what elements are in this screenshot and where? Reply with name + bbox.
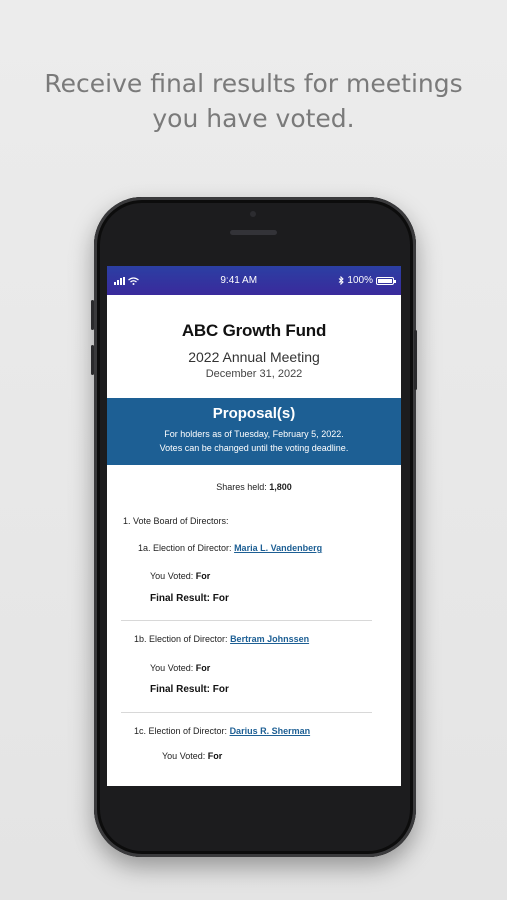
phone-screen: 9:41 AM 100% ABC Growth Fund 2022 Annual…: [107, 266, 401, 786]
director-link-darius-sherman[interactable]: Darius R. Sherman: [230, 726, 311, 736]
front-camera: [250, 211, 256, 217]
proposals-banner: Proposal(s) For holders as of Tuesday, F…: [107, 398, 401, 465]
proposal-item-label: 1b. Election of Director:: [134, 634, 228, 644]
signal-bars-icon: [114, 276, 125, 285]
bluetooth-icon: [339, 276, 345, 285]
final-result-label: Final Result:: [150, 684, 211, 695]
proposal-item-1b: 1b. Election of Director: Bertram Johnss…: [134, 634, 401, 644]
fund-title: ABC Growth Fund: [181, 321, 327, 340]
you-voted-label: You Voted:: [162, 751, 206, 761]
you-voted-value: For: [195, 571, 211, 581]
shares-label: Shares held:: [216, 482, 267, 492]
earpiece-speaker: [230, 230, 277, 235]
proposal-item-label: 1a. Election of Director:: [138, 543, 232, 553]
you-voted-value: For: [195, 663, 211, 673]
proposal-item-label: 1c. Election of Director:: [134, 726, 228, 736]
headline: Receive final results for meetings you h…: [0, 66, 507, 136]
proposals-title: Proposal(s): [212, 405, 296, 422]
final-result-value: For: [212, 684, 229, 695]
deadline-note: Votes can be changed until the voting de…: [159, 443, 349, 453]
proposal-title: 1. Vote Board of Directors:: [123, 516, 229, 526]
you-voted-label: You Voted:: [150, 663, 194, 673]
final-result-label: Final Result:: [150, 593, 211, 604]
you-voted-1a: You Voted: For: [150, 571, 401, 581]
final-result-1a: Final Result: For: [150, 593, 401, 604]
you-voted-value: For: [207, 751, 223, 761]
proposal-item-1a: 1a. Election of Director: Maria L. Vande…: [138, 543, 401, 553]
you-voted-1b: You Voted: For: [150, 663, 401, 673]
status-time: 9:41 AM: [220, 275, 258, 286]
proposal-item-1c: 1c. Election of Director: Darius R. Sher…: [134, 726, 401, 736]
shares-held: Shares held: 1,800: [107, 482, 401, 492]
item-divider: [121, 620, 372, 621]
status-right: 100%: [338, 275, 396, 286]
director-link-bertram-johnssen[interactable]: Bertram Johnssen: [230, 634, 309, 644]
shares-value: 1,800: [269, 482, 292, 492]
phone-volume-button: [91, 345, 94, 375]
final-result-1b: Final Result: For: [150, 684, 401, 695]
you-voted-label: You Voted:: [150, 571, 194, 581]
headline-line-1: Receive final results for meetings: [44, 69, 463, 98]
meeting-name: 2022 Annual Meeting: [188, 349, 320, 365]
final-result-value: For: [212, 593, 229, 604]
director-link-maria-vandenberg[interactable]: Maria L. Vandenberg: [234, 543, 322, 553]
proposals-subtitle: For holders as of Tuesday, February 5, 2…: [107, 427, 401, 455]
headline-line-2: you have voted.: [152, 104, 355, 133]
phone-side-button: [414, 330, 417, 390]
wifi-icon: [128, 276, 139, 285]
battery-percent: 100%: [347, 275, 373, 286]
record-date-note: For holders as of Tuesday, February 5, 2…: [164, 429, 344, 439]
status-bar: 9:41 AM 100%: [107, 266, 401, 295]
battery-icon: [376, 276, 396, 285]
phone-volume-button: [91, 300, 94, 330]
meeting-date: December 31, 2022: [205, 368, 303, 380]
you-voted-1c: You Voted: For: [162, 751, 401, 761]
item-divider: [121, 712, 372, 713]
status-left: [114, 276, 139, 285]
